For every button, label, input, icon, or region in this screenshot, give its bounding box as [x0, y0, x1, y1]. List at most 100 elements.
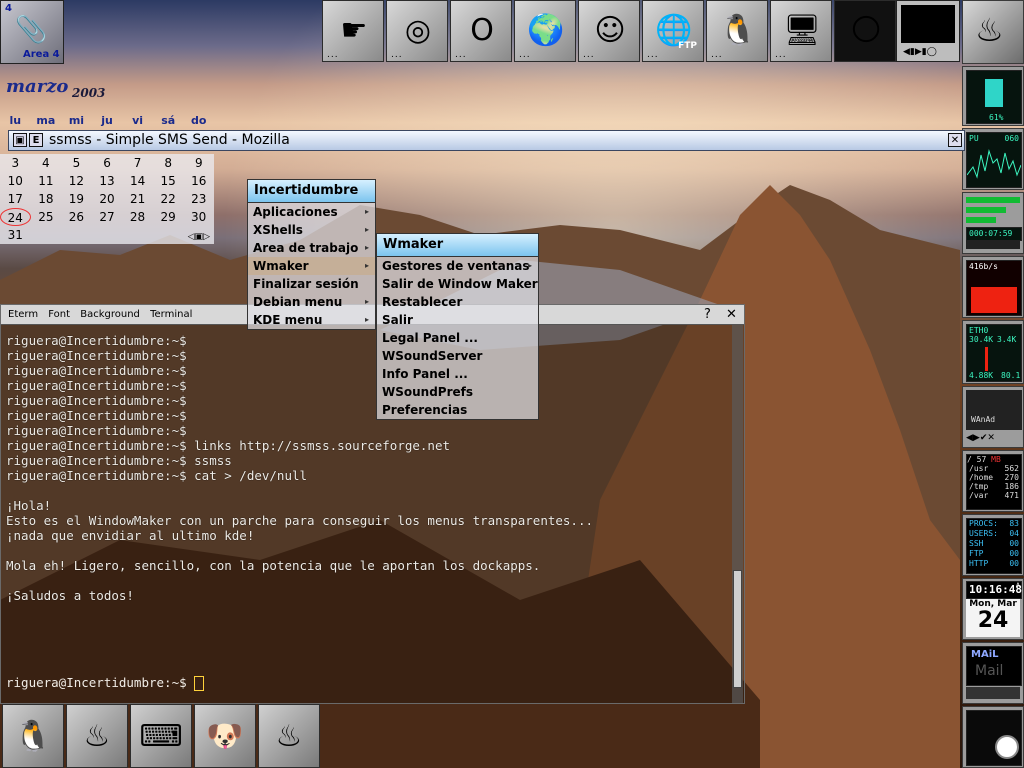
- mixer-dockapp[interactable]: WAnAd ◀▶✔✕: [962, 386, 1024, 448]
- eterm-close-button[interactable]: ✕: [726, 305, 737, 324]
- mozilla-titlebar[interactable]: ▣ E ssmss - Simple SMS Send - Mozilla ✕: [8, 130, 965, 151]
- calendar-day[interactable]: 27: [92, 208, 123, 226]
- menu-item[interactable]: Salir: [377, 311, 538, 329]
- eth-graph: [985, 347, 988, 371]
- calendar-day[interactable]: 14: [122, 172, 153, 190]
- menu-item[interactable]: Wmaker ▸: [248, 257, 375, 275]
- dock-tile[interactable]: 🐧...: [706, 0, 768, 62]
- close-button[interactable]: ✕: [948, 133, 962, 147]
- menu-item[interactable]: Legal Panel ...: [377, 329, 538, 347]
- terminal-prompt-line[interactable]: riguera@Incertidumbre:~$: [6, 675, 205, 691]
- calendar-day[interactable]: 13: [92, 172, 123, 190]
- bottom-dock-tile[interactable]: ♨: [258, 704, 320, 768]
- calendar-day[interactable]: 4: [31, 154, 62, 172]
- calendar-day[interactable]: 21: [122, 190, 153, 208]
- wmaker-dock-icon[interactable]: ♨: [962, 0, 1024, 64]
- menu-item[interactable]: Preferencias: [377, 401, 538, 419]
- terminal-line: riguera@Incertidumbre:~$ ssmss: [6, 453, 232, 468]
- calendar-day[interactable]: 31: [0, 226, 31, 244]
- calendar-day[interactable]: 12: [61, 172, 92, 190]
- bottom-dock-tile[interactable]: 🐶: [194, 704, 256, 768]
- menu-item[interactable]: KDE menu ▸: [248, 311, 375, 329]
- calendar-day[interactable]: 10: [0, 172, 31, 190]
- volume-knob-icon[interactable]: [995, 735, 1019, 759]
- calendar-day[interactable]: 23: [183, 190, 214, 208]
- eterm-window[interactable]: Eterm Font Background Terminal ? ✕ rigue…: [0, 304, 745, 704]
- dock-tile[interactable]: ☺...: [578, 0, 640, 62]
- calendar-nav[interactable]: ◁▣▷: [188, 232, 210, 242]
- menu-item[interactable]: Debian menu ▸: [248, 293, 375, 311]
- menu-item[interactable]: WSoundServer: [377, 347, 538, 365]
- dock-tile[interactable]: 🖥...: [770, 0, 832, 62]
- menu-item[interactable]: Aplicaciones ▸: [248, 203, 375, 221]
- calendar-day[interactable]: 9: [183, 154, 214, 172]
- calendar-day[interactable]: 26: [61, 208, 92, 226]
- eth-val-3: 4.88K: [969, 371, 994, 380]
- calendar-day[interactable]: 28: [122, 208, 153, 226]
- calendar-day[interactable]: 15: [153, 172, 184, 190]
- menu-item[interactable]: Gestores de ventanas ▸: [377, 257, 538, 275]
- monitor-dockapp[interactable]: ◀▮▶▮◯: [896, 0, 960, 62]
- calendar-day[interactable]: 20: [92, 190, 123, 208]
- cpu-label: PU: [969, 134, 979, 143]
- calendar-day[interactable]: [92, 226, 123, 244]
- calendar-day[interactable]: 16: [183, 172, 214, 190]
- window-title: ssmss - Simple SMS Send - Mozilla: [49, 132, 290, 148]
- calendar-day[interactable]: 3: [0, 154, 31, 172]
- calendar-day[interactable]: [122, 226, 153, 244]
- calendar-day[interactable]: [31, 226, 62, 244]
- calendar-day[interactable]: [153, 226, 184, 244]
- bottom-dock-tile[interactable]: ⌨: [130, 704, 192, 768]
- calendar-day[interactable]: 29: [153, 208, 184, 226]
- uptime: 000:07:59: [969, 229, 1013, 238]
- eterm-icon: ⌨: [139, 718, 183, 754]
- miniaturize-button[interactable]: ▣: [13, 133, 27, 147]
- menu-item[interactable]: Salir de Window Maker: [377, 275, 538, 293]
- clock-dockapp: 10:16:48 A Mon, Mar 24: [962, 578, 1024, 640]
- calendar-day[interactable]: [61, 226, 92, 244]
- bottom-dock-tile[interactable]: 🐧: [2, 704, 64, 768]
- dock-tile[interactable]: 🌕: [834, 0, 896, 62]
- calendar-day[interactable]: 19: [61, 190, 92, 208]
- calendar-day[interactable]: 30: [183, 208, 214, 226]
- calendar-day[interactable]: 17: [0, 190, 31, 208]
- volume-dockapp[interactable]: [962, 706, 1024, 768]
- mixer-buttons[interactable]: ◀▶✔✕: [966, 433, 995, 443]
- wmaker-logo-icon: ♨: [83, 718, 111, 754]
- calendar-day[interactable]: 24: [0, 208, 31, 226]
- monitor-controls[interactable]: ◀▮▶▮◯: [903, 47, 937, 57]
- menu-item[interactable]: Restablecer: [377, 293, 538, 311]
- calendar-day[interactable]: 7: [122, 154, 153, 172]
- menu-item[interactable]: Info Panel ...: [377, 365, 538, 383]
- bottom-dock-tile[interactable]: ♨: [66, 704, 128, 768]
- menu-item[interactable]: Area de trabajo ▸: [248, 239, 375, 257]
- calendar-day[interactable]: 25: [31, 208, 62, 226]
- calendar-day[interactable]: 5: [61, 154, 92, 172]
- help-button[interactable]: ?: [704, 305, 711, 324]
- calendar-day[interactable]: 6: [92, 154, 123, 172]
- dock-tile[interactable]: ◎...: [386, 0, 448, 62]
- workspace-clip[interactable]: 4 📎 Area 4: [0, 0, 64, 64]
- dock-tile[interactable]: 🌍...: [514, 0, 576, 62]
- dock-tile[interactable]: ☛...: [322, 0, 384, 62]
- calendar-day[interactable]: 11: [31, 172, 62, 190]
- menu-item-label: Preferencias: [382, 403, 468, 417]
- scrollbar-thumb[interactable]: [733, 570, 742, 688]
- calendar-day[interactable]: 22: [153, 190, 184, 208]
- dock-tile[interactable]: 🌐 FTP...: [642, 0, 704, 62]
- menu-item[interactable]: XShells ▸: [248, 221, 375, 239]
- terminal-scrollbar[interactable]: [732, 325, 743, 703]
- mail-buttons[interactable]: [966, 687, 1020, 699]
- menu-background[interactable]: Background: [80, 305, 140, 324]
- calendar-day[interactable]: 18: [31, 190, 62, 208]
- window-menu-button[interactable]: E: [29, 133, 43, 147]
- calendar-day[interactable]: 8: [153, 154, 184, 172]
- menu-eterm[interactable]: Eterm: [8, 305, 38, 324]
- menu-terminal[interactable]: Terminal: [150, 305, 192, 324]
- mail-dockapp[interactable]: MAiL Mail: [962, 642, 1024, 704]
- menu-font[interactable]: Font: [48, 305, 70, 324]
- calendar-week: 17 18 19 20 21 22 23: [0, 190, 214, 208]
- menu-item[interactable]: Finalizar sesión: [248, 275, 375, 293]
- menu-item[interactable]: WSoundPrefs: [377, 383, 538, 401]
- dock-tile[interactable]: O...: [450, 0, 512, 62]
